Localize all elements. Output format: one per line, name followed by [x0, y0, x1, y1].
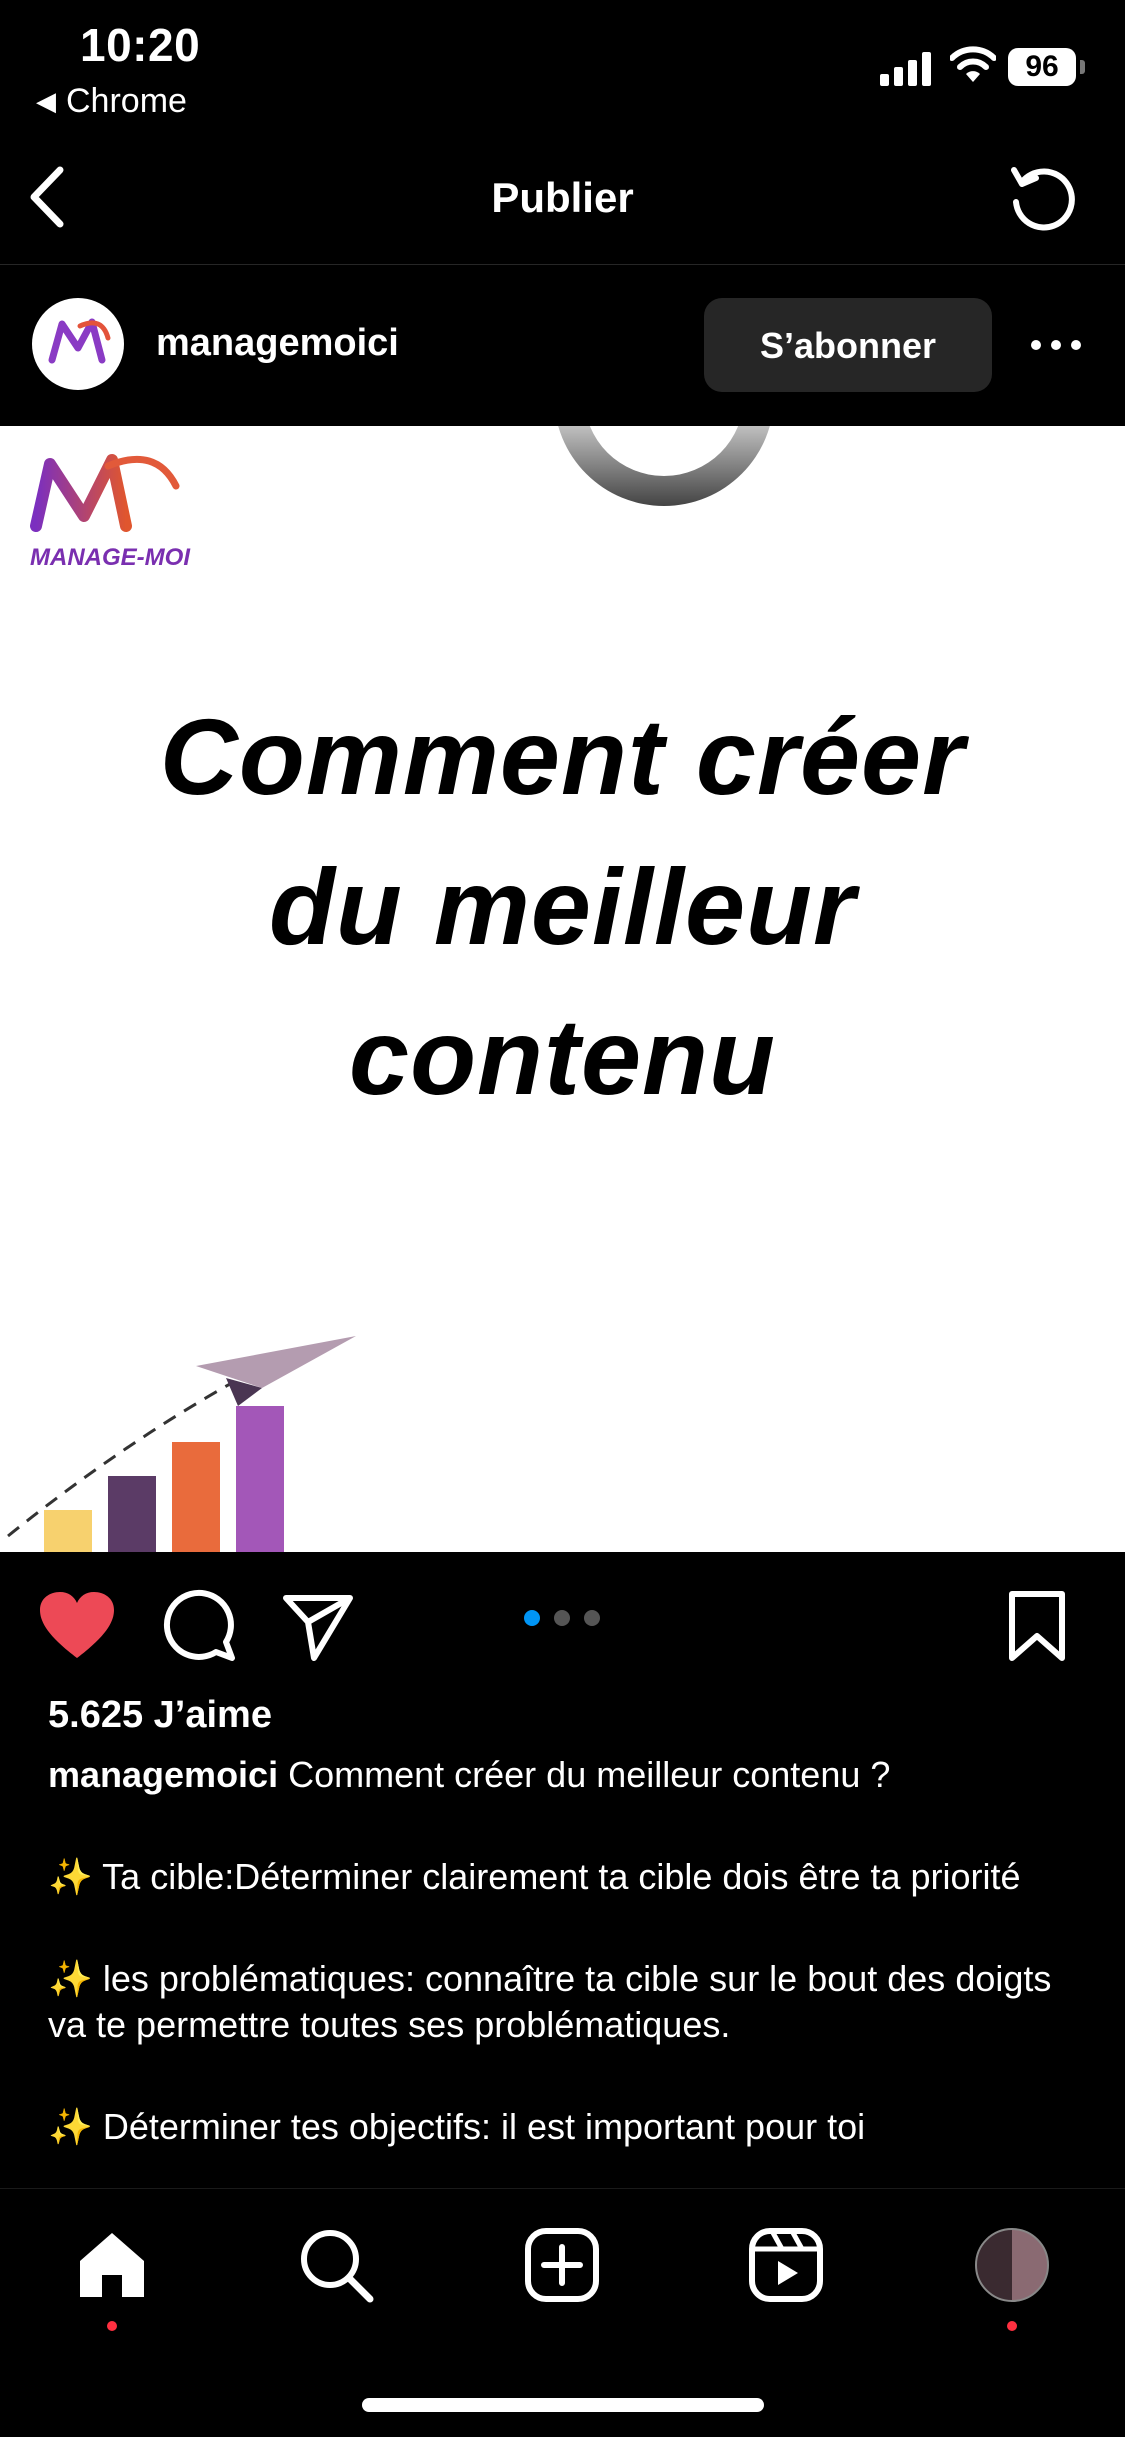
- cellular-signal-icon: [880, 52, 931, 86]
- caption-point: ✨ les problématiques: connaître ta cible…: [48, 1958, 1052, 2045]
- brand-logo-icon: [48, 318, 111, 364]
- page-title: Publier: [491, 174, 634, 221]
- likes-count[interactable]: 5.625 J’aime: [48, 1694, 272, 1737]
- battery-indicator: 96: [1008, 48, 1086, 88]
- battery-level: 96: [1008, 48, 1076, 86]
- status-time: 10:20: [80, 19, 201, 71]
- caption-username[interactable]: managemoici: [48, 1754, 278, 1795]
- profile-notification-dot: [1007, 2321, 1017, 2331]
- profile-avatar-icon[interactable]: [972, 2225, 1052, 2305]
- comment-icon[interactable]: [160, 1586, 236, 1662]
- home-notification-dot: [107, 2321, 117, 2331]
- create-icon[interactable]: [522, 2225, 602, 2305]
- home-icon[interactable]: [72, 2225, 152, 2305]
- caption-title: Comment créer du meilleur contenu ?: [288, 1754, 891, 1795]
- more-options-icon[interactable]: [1030, 330, 1082, 360]
- post-headline: Comment créer du meilleur contenu: [0, 682, 1125, 1132]
- post-caption: managemoici Comment créer du meilleur co…: [48, 1752, 1088, 2206]
- back-triangle-icon: ◀: [36, 86, 56, 116]
- reels-icon[interactable]: [746, 2225, 826, 2305]
- bar-2: [108, 1476, 156, 1552]
- headline-line: du meilleur: [268, 846, 857, 967]
- growth-bars-graphic: [7, 1336, 356, 1552]
- wifi-icon: [950, 46, 996, 82]
- profile-avatar[interactable]: [32, 298, 124, 390]
- carousel-dot-active: [524, 1610, 540, 1626]
- circle-graphic: [558, 426, 770, 506]
- carousel-dot: [584, 1610, 600, 1626]
- refresh-icon[interactable]: [1006, 162, 1078, 234]
- back-to-app-link[interactable]: ◀ Chrome: [36, 82, 187, 121]
- caption-point: ✨ Ta cible:Déterminer clairement ta cibl…: [48, 1856, 1021, 1897]
- headline-line: Comment créer: [159, 696, 966, 817]
- bar-1: [44, 1510, 92, 1552]
- home-indicator: [362, 2398, 764, 2412]
- post-image[interactable]: MANAGE-MOI Comment créer du meilleur con…: [0, 426, 1125, 1552]
- logo-wordmark: MANAGE-MOI: [30, 544, 190, 571]
- post-username[interactable]: managemoici: [156, 322, 399, 365]
- like-heart-icon[interactable]: [38, 1590, 116, 1662]
- bookmark-icon[interactable]: [1006, 1590, 1068, 1662]
- share-send-icon[interactable]: [282, 1590, 354, 1662]
- follow-button[interactable]: S’abonner: [704, 298, 992, 392]
- search-icon[interactable]: [296, 2225, 376, 2305]
- bar-3: [172, 1442, 220, 1552]
- back-app-label: Chrome: [66, 82, 187, 120]
- carousel-indicator: [524, 1610, 600, 1626]
- bar-4: [236, 1406, 284, 1552]
- carousel-dot: [554, 1610, 570, 1626]
- nav-divider: [0, 264, 1125, 265]
- caption-point: ✨ Déterminer tes objectifs: il est impor…: [48, 2106, 866, 2147]
- battery-nub: [1080, 60, 1085, 74]
- headline-line: contenu: [349, 996, 776, 1117]
